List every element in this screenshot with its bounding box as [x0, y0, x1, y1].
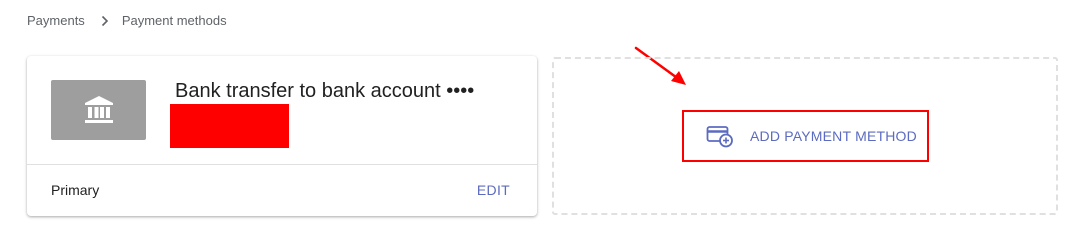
breadcrumb-payment-methods: Payment methods	[121, 13, 227, 28]
add-payment-method-label: ADD PAYMENT METHOD	[750, 128, 917, 144]
chevron-right-icon	[98, 15, 112, 27]
redaction-box	[170, 104, 289, 148]
card-header: Bank transfer to bank account ••••	[27, 56, 537, 165]
add-payment-method-button[interactable]: ADD PAYMENT METHOD	[682, 110, 929, 162]
add-card-icon	[706, 124, 734, 148]
breadcrumb-payments[interactable]: Payments	[27, 13, 85, 28]
breadcrumb: Payments Payment methods	[27, 13, 227, 28]
bank-icon	[51, 80, 146, 140]
card-title: Bank transfer to bank account ••••	[175, 80, 475, 102]
edit-button[interactable]: EDIT	[477, 182, 510, 198]
payment-method-card: Bank transfer to bank account •••• Prima…	[27, 56, 537, 216]
add-payment-method-area: ADD PAYMENT METHOD	[552, 57, 1058, 215]
card-footer: Primary EDIT	[27, 165, 537, 217]
payment-methods-page: Payments Payment methods Bank transfer t…	[0, 0, 1089, 238]
primary-label: Primary	[51, 182, 100, 198]
